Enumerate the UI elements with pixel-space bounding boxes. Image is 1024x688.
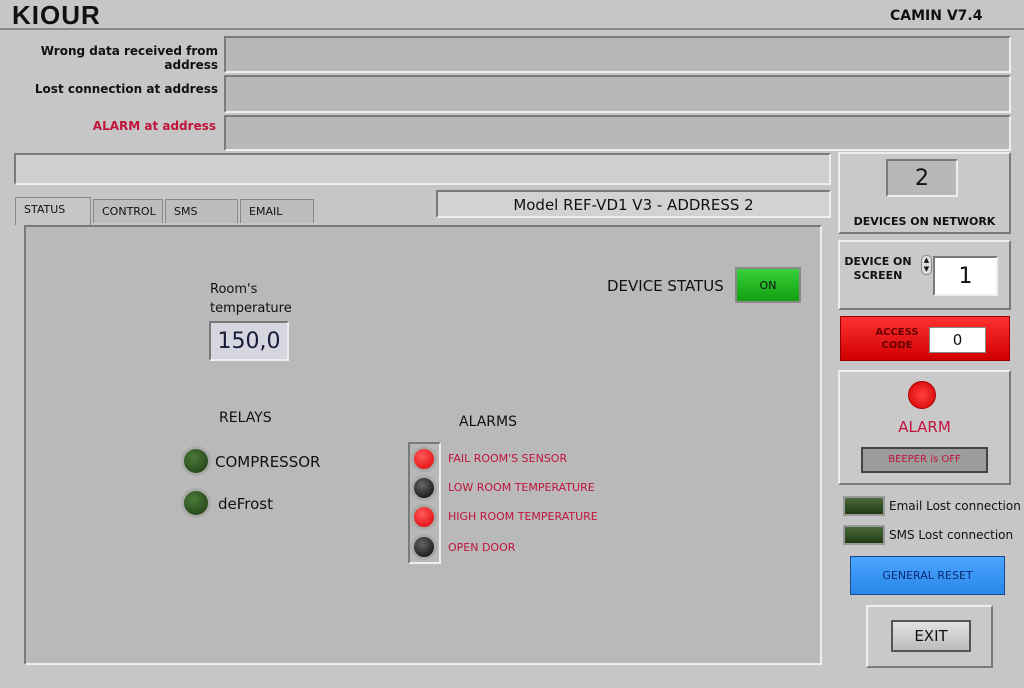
tab-status[interactable]: STATUS <box>15 197 91 225</box>
devices-label: DEVICES ON NETWORK <box>853 215 996 228</box>
alarm-light-icon <box>908 381 936 409</box>
defrost-led <box>181 488 211 518</box>
access-code-input[interactable]: 0 <box>929 327 986 353</box>
status-bar <box>14 153 831 185</box>
email-lost-led <box>843 496 885 516</box>
spinner-arrows-icon[interactable]: ▲ ▼ <box>921 255 932 275</box>
fail-sensor-led <box>411 446 437 472</box>
devices-count: 2 <box>886 159 958 197</box>
alarm-label: ALARM <box>898 418 951 436</box>
relays-title: RELAYS <box>219 410 272 426</box>
open-door-led <box>411 534 437 560</box>
header-divider <box>0 28 1024 30</box>
alarm-address-field <box>224 115 1011 151</box>
high-temp-led <box>411 504 437 530</box>
tab-control[interactable]: CONTROL <box>93 199 163 223</box>
room-temp-value: 150,0 <box>209 321 289 361</box>
lost-connection-field <box>224 75 1011 113</box>
defrost-label: deFrost <box>218 495 273 513</box>
sms-lost-label: SMS Lost connection <box>889 528 1014 542</box>
sms-lost-led <box>843 525 885 545</box>
device-on-screen-label: DEVICE ON SCREEN <box>844 255 912 282</box>
device-status-indicator[interactable]: ON <box>735 267 801 303</box>
alarms-title: ALARMS <box>459 414 517 430</box>
fail-sensor-label: FAIL ROOM'S SENSOR <box>448 452 568 465</box>
access-code-label: ACCESS CODE <box>875 327 919 351</box>
device-status-label: DEVICE STATUS <box>607 277 724 295</box>
email-lost-label: Email Lost connection <box>889 499 1021 513</box>
general-reset-button[interactable]: GENERAL RESET <box>850 556 1005 595</box>
low-temp-led <box>411 475 437 501</box>
compressor-led <box>181 446 211 476</box>
version-label: CAMIN V7.4 <box>890 8 983 24</box>
device-on-screen-input[interactable]: 1 <box>933 256 998 296</box>
tab-email[interactable]: EMAIL <box>240 199 314 223</box>
low-temp-label: LOW ROOM TEMPERATURE <box>448 481 595 494</box>
room-temp-label: Room's temperature <box>210 282 292 316</box>
high-temp-label: HIGH ROOM TEMPERATURE <box>448 510 598 523</box>
model-info: Model REF-VD1 V3 - ADDRESS 2 <box>436 190 831 218</box>
logo: KIOUR <box>12 0 101 30</box>
alarm-address-label: ALARM at address <box>92 119 216 133</box>
beeper-button[interactable]: BEEPER is OFF <box>861 447 988 473</box>
wrong-data-label: Wrong data received from address <box>40 44 218 72</box>
compressor-label: COMPRESSOR <box>215 453 321 471</box>
exit-button[interactable]: EXIT <box>891 620 971 652</box>
lost-connection-label: Lost connection at address <box>34 82 218 96</box>
open-door-label: OPEN DOOR <box>448 541 516 554</box>
wrong-data-field <box>224 36 1011 73</box>
tab-sms[interactable]: SMS <box>165 199 238 223</box>
